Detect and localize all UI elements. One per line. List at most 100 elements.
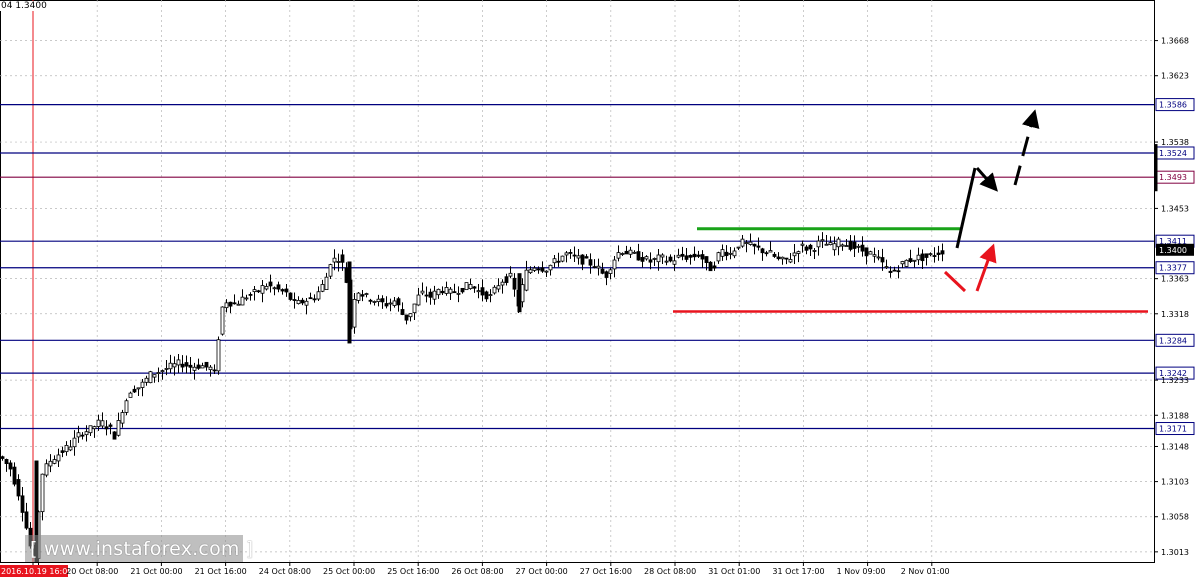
candle-body [880,257,885,263]
candle [560,255,565,263]
candle-body [924,253,929,258]
candle-body [224,302,229,309]
candle-body [72,437,77,448]
candle-body [68,446,73,451]
candle-body [100,420,105,427]
candle-body [728,252,733,255]
candle-body [876,256,881,259]
x-tick-label: 2 Nov 01:00 [901,567,950,576]
candle-body [916,254,921,261]
candle-body [824,243,829,246]
candle-body [148,371,153,384]
candle-body [260,285,265,294]
x-tick-label: 2016.10.19 16:00 [1,567,72,576]
candle [464,282,469,291]
candle-body [524,269,529,291]
candle-body [140,381,145,388]
candle-body [604,271,609,278]
candle-body [272,287,277,290]
candle-body [132,388,137,393]
candle-body [212,369,217,372]
candle-body [564,252,569,256]
candle-body [424,294,429,297]
candle-body [872,254,877,257]
candle-body [376,298,381,302]
x-tick-label: 31 Oct 17:00 [772,567,824,576]
candle-body [304,300,309,306]
candle-body [412,303,417,314]
candle-body [480,287,485,296]
candle-body [812,250,817,252]
x-tick-label: 27 Oct 00:00 [516,567,568,576]
candle-body [736,246,741,249]
candle-body [688,254,693,258]
x-tick-label: 21 Oct 00:00 [130,567,182,576]
candle-body [504,276,509,283]
candle-body [760,248,765,254]
candle-body [360,294,365,297]
candle-body [704,256,709,263]
candle-body [232,302,237,305]
candle-body [852,241,857,249]
candle-body [428,291,433,298]
candle-body [740,238,745,247]
chart-header-label: 04 1.3400 [0,1,48,11]
candle-body [204,361,209,368]
candle-body [228,301,233,307]
candle-body [808,244,813,250]
candle [220,306,225,336]
chart-area[interactable]: 1.3586 1.3524 1.3493 1.3411 1.3377 1.3284 1.32… [0,0,1197,582]
candle-body [0,456,5,459]
price-chart[interactable]: 1.35861.35241.34931.34111.33771.32841.32… [0,0,1197,582]
candle-body [912,259,917,262]
candle-body [848,240,853,250]
candle-body [804,246,809,251]
candle-body [368,299,373,302]
candle-body [256,290,261,293]
candle-body [676,254,681,258]
candle-body [488,294,493,296]
candle-body [620,253,625,255]
candle-body [828,242,833,246]
candle-body [796,251,801,254]
candle-body [816,240,821,248]
candle-body [264,286,269,290]
candle-body [588,259,593,266]
candle-body [832,243,837,251]
candle-body [840,244,845,247]
candle-body [52,459,57,464]
candle-body [476,290,481,293]
candle-body [708,261,713,272]
candle-body [60,450,65,453]
candle-body [44,463,49,476]
candle-body [220,306,225,335]
candle-body [612,259,617,270]
candle-body [388,302,393,305]
candle-body [120,412,125,424]
candle-body [856,245,861,248]
candle-body [552,258,557,264]
candle-body [596,265,601,269]
candle-body [340,254,345,263]
candle-body [160,370,165,372]
y-tick-label: 1.3148 [1161,442,1189,451]
candle-body [24,511,29,529]
level-price-label: 1.3586 [1159,101,1187,110]
candle-body [536,268,541,271]
candle-body [940,250,945,255]
candle-body [900,261,905,265]
candle-body [464,282,469,291]
candle-body [156,372,161,374]
candle-body [720,249,725,257]
candle-body [560,255,565,262]
candle-body [176,359,181,366]
level-price-label: 1.3493 [1159,173,1187,182]
candle-body [548,264,553,271]
candle-body [336,261,341,263]
y-tick-label: 1.3233 [1161,376,1189,385]
candle-body [104,426,109,430]
x-tick-label: 20 Oct 08:00 [66,567,118,576]
candle-body [300,299,305,304]
candle-body [296,300,301,305]
candle-body [444,287,449,294]
